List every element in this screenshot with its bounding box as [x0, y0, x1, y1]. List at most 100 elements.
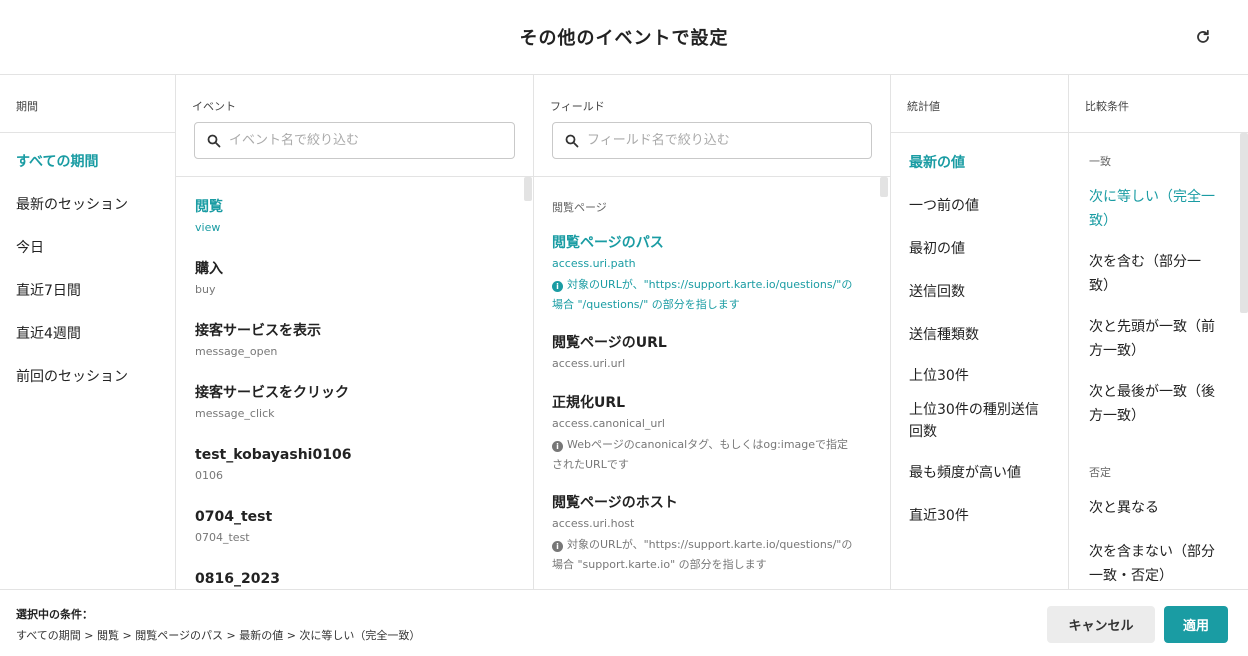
stat-item-top30[interactable]: 上位30件: [891, 364, 1068, 399]
event-name: 接客サービスを表示: [195, 323, 321, 339]
stat-item-recent30[interactable]: 直近30件: [891, 504, 1068, 547]
field-item[interactable]: 閲覧ページのURL access.uri.url: [534, 333, 890, 375]
event-item[interactable]: 閲覧 view: [176, 197, 533, 239]
event-item[interactable]: 接客サービスを表示 message_open: [176, 321, 533, 363]
field-description-cont: 場合 "/questions/" の部分を指します: [552, 298, 740, 311]
compare-item-line2: 方一致）: [1089, 408, 1145, 424]
event-key: message_open: [195, 345, 278, 358]
period-item-previous-session[interactable]: 前回のセッション: [0, 356, 175, 399]
period-item-7days[interactable]: 直近7日間: [0, 270, 175, 313]
compare-group-match: 一致: [1089, 155, 1111, 168]
field-description: i 対象のURLが、"https://support.karte.io/quest…: [552, 275, 872, 295]
event-name: 閲覧: [195, 199, 223, 215]
search-icon: [207, 134, 221, 147]
stat-column: 統計値 最新の値 一つ前の値 最初の値 送信回数 送信種類数 上位30件 上位3…: [891, 75, 1069, 589]
info-icon: i: [552, 441, 563, 452]
dialog-footer: 選択中の条件： すべての期間 > 閲覧 > 閲覧ページのパス > 最新の値 > …: [0, 589, 1248, 656]
field-description-cont: されたURLです: [552, 458, 629, 471]
period-item-latest-session[interactable]: 最新のセッション: [0, 184, 175, 227]
event-name: 0704_test: [195, 509, 273, 525]
event-item[interactable]: 0816_2023: [176, 569, 533, 589]
event-key: 0106: [195, 469, 223, 482]
info-icon: i: [552, 281, 563, 292]
compare-item-line1: 次に等しい（完全一: [1089, 189, 1215, 205]
period-item-today[interactable]: 今日: [0, 227, 175, 270]
field-description: i Webページのcanonicalタグ、もしくはog:imageで指定: [552, 435, 872, 455]
period-column: 期間 すべての期間 最新のセッション 今日 直近7日間 直近4週間 前回のセッシ…: [0, 75, 176, 589]
compare-item-line2: 一致・否定）: [1089, 568, 1173, 584]
compare-item-line1: 次を含む（部分一: [1089, 254, 1201, 270]
event-item[interactable]: test_kobayashi0106 0106: [176, 445, 533, 487]
event-item[interactable]: 購入 buy: [176, 259, 533, 301]
event-item[interactable]: 接客サービスをクリック message_click: [176, 383, 533, 425]
selected-conditions-path: すべての期間 > 閲覧 > 閲覧ページのパス > 最新の値 > 次に等しい（完全…: [16, 629, 421, 642]
stat-item-top30-count-line1: 上位30件の種別送信: [909, 402, 1039, 418]
event-name: 接客サービスをクリック: [195, 385, 349, 401]
compare-item-not-equals[interactable]: 次と異なる: [1069, 496, 1248, 520]
field-description: i 対象のURLが、"https://support.karte.io/quest…: [552, 535, 872, 555]
stat-heading: 統計値: [891, 75, 1068, 133]
stat-item-top30-count-line2: 回数: [909, 424, 937, 440]
stat-item-count[interactable]: 送信回数: [891, 280, 1068, 323]
event-name: 購入: [195, 261, 223, 277]
event-key: view: [195, 221, 221, 234]
field-column: フィールド 閲覧ページ 閲覧ページのパス access.uri.path i対象…: [534, 75, 891, 589]
reload-icon[interactable]: [1192, 26, 1214, 48]
field-item[interactable]: 閲覧ページのパス access.uri.path i 対象のURLが、"https…: [534, 233, 890, 315]
search-icon: [565, 134, 579, 147]
field-name: 正規化URL: [552, 395, 626, 411]
event-search-box[interactable]: [194, 122, 515, 159]
stat-item-latest[interactable]: 最新の値: [891, 151, 1068, 194]
period-heading: 期間: [0, 75, 175, 133]
field-name: 閲覧ページのホスト: [552, 495, 678, 511]
compare-item-line2: 致）: [1089, 213, 1117, 229]
cancel-button[interactable]: キャンセル: [1047, 606, 1155, 643]
compare-item-starts-with[interactable]: 次と先頭が一致（前 方一致）: [1069, 315, 1248, 363]
stat-item-most-frequent[interactable]: 最も頻度が高い値: [891, 461, 1068, 504]
info-icon: i: [552, 541, 563, 552]
dialog-header: その他のイベントで設定: [0, 0, 1248, 75]
compare-item-equals[interactable]: 次に等しい（完全一 致）: [1069, 185, 1248, 233]
stat-item-previous[interactable]: 一つ前の値: [891, 194, 1068, 237]
field-key: access.canonical_url: [552, 417, 665, 430]
compare-item-contains[interactable]: 次を含む（部分一 致）: [1069, 250, 1248, 298]
selector-columns: 期間 すべての期間 最新のセッション 今日 直近7日間 直近4週間 前回のセッシ…: [0, 75, 1248, 589]
stat-item-top30-count[interactable]: 上位30件の種別送信 回数: [891, 399, 1068, 461]
field-name: 閲覧ページのパス: [552, 235, 664, 251]
field-key: access.uri.host: [552, 517, 635, 530]
compare-item-line1: 次を含まない（部分: [1089, 544, 1215, 560]
stat-item-unique-count[interactable]: 送信種類数: [891, 323, 1068, 364]
compare-item-ends-with[interactable]: 次と最後が一致（後 方一致）: [1069, 380, 1248, 428]
field-name: 閲覧ページのURL: [552, 335, 667, 351]
compare-item-line2: 致）: [1089, 278, 1117, 294]
period-item-all[interactable]: すべての期間: [0, 141, 175, 184]
compare-heading: 比較条件: [1069, 75, 1248, 133]
field-description-cont: 場合 "support.karte.io" の部分を指します: [552, 558, 767, 571]
compare-item-line1: 次と最後が一致（後: [1089, 384, 1215, 400]
event-key: 0704_test: [195, 531, 250, 544]
field-item[interactable]: 閲覧ページのホスト access.uri.host i 対象のURLが、"http…: [534, 493, 890, 575]
field-search-input[interactable]: [587, 133, 848, 148]
field-search-box[interactable]: [552, 122, 872, 159]
event-name: test_kobayashi0106: [195, 447, 352, 463]
event-item[interactable]: 0704_test 0704_test: [176, 507, 533, 549]
selected-conditions-label: 選択中の条件：: [16, 608, 93, 621]
event-column: イベント 閲覧 view 購入 buy 接客サービスを表示 message_op…: [176, 75, 534, 589]
compare-item-line1: 次と先頭が一致（前: [1089, 319, 1215, 335]
compare-item-not-contains[interactable]: 次を含まない（部分 一致・否定）: [1069, 540, 1248, 588]
dialog-title: その他のイベントで設定: [519, 28, 729, 49]
event-name: 0816_2023: [195, 571, 280, 587]
compare-column: 比較条件 一致 次に等しい（完全一 致） 次を含む（部分一 致） 次と先頭が一致…: [1069, 75, 1248, 589]
compare-item-line2: 方一致）: [1089, 343, 1145, 359]
event-search-input[interactable]: [229, 133, 490, 148]
field-item[interactable]: 正規化URL access.canonical_url i Webページのcano…: [534, 393, 890, 475]
field-key: access.uri.path: [552, 257, 636, 270]
compare-group-negate: 否定: [1089, 466, 1111, 479]
field-group-label: 閲覧ページ: [552, 201, 607, 214]
event-key: buy: [195, 283, 216, 296]
apply-button[interactable]: 適用: [1164, 606, 1228, 643]
event-key: message_click: [195, 407, 275, 420]
stat-item-first[interactable]: 最初の値: [891, 237, 1068, 280]
period-item-4weeks[interactable]: 直近4週間: [0, 313, 175, 356]
field-key: access.uri.url: [552, 357, 626, 370]
